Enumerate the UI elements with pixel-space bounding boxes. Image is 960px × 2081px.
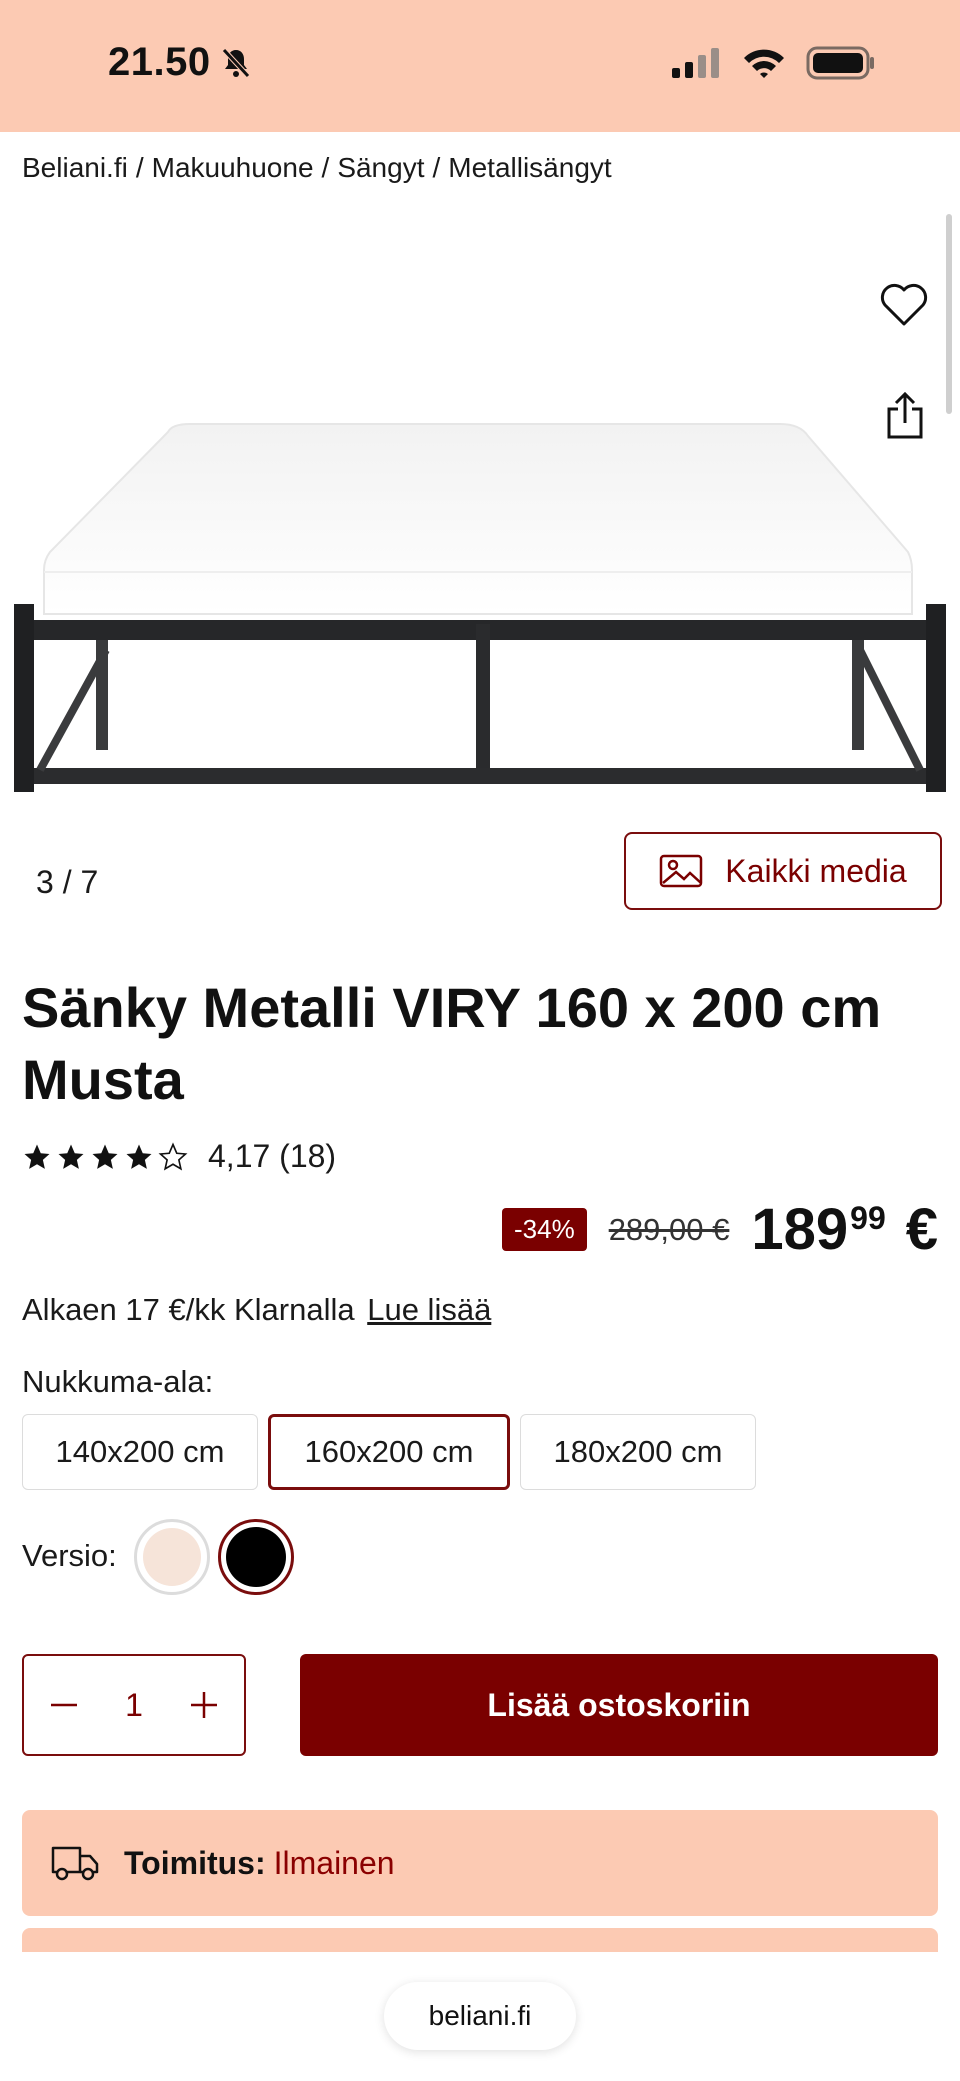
- product-title: Sänky Metalli VIRY 160 x 200 cm Musta: [22, 976, 882, 1111]
- quantity-stepper: 1: [22, 1654, 246, 1756]
- size-option-160x200[interactable]: 160x200 cm: [268, 1414, 510, 1490]
- star-filled-icon: [24, 1144, 50, 1169]
- scroll-indicator[interactable]: [946, 214, 952, 414]
- bed-illustration: [14, 423, 946, 792]
- quantity-increase-button[interactable]: [188, 1689, 220, 1721]
- quantity-decrease-button[interactable]: [48, 1689, 80, 1721]
- bell-muted-icon: [221, 47, 250, 78]
- status-time-text: 21.50: [108, 40, 211, 84]
- quantity-value[interactable]: 1: [125, 1687, 143, 1724]
- product-rating[interactable]: 4,17 (18): [22, 1138, 336, 1175]
- delivery-text: Toimitus: Ilmainen: [124, 1845, 395, 1882]
- wishlist-button[interactable]: [878, 278, 930, 330]
- all-media-label: Kaikki media: [725, 852, 907, 889]
- price-row: -34% 289,00 € 189 99 €: [501, 1196, 938, 1263]
- star-filled-icon: [58, 1144, 84, 1169]
- swatch-color-black: [226, 1527, 286, 1587]
- breadcrumb-separator: /: [432, 152, 441, 183]
- delivery-value: Ilmainen: [273, 1844, 395, 1881]
- rating-text: 4,17 (18): [208, 1138, 337, 1174]
- heart-icon: [880, 283, 928, 326]
- image-icon: [660, 854, 703, 888]
- browser-url-pill[interactable]: beliani.fi: [384, 1982, 576, 2050]
- delivery-info[interactable]: Toimitus: Ilmainen: [22, 1810, 938, 1916]
- breadcrumb-home[interactable]: Beliani.fi: [22, 152, 128, 183]
- signal-icon: [672, 48, 719, 78]
- swatch-color-beige: [143, 1528, 201, 1586]
- old-price: 289,00 €: [608, 1211, 730, 1247]
- size-label: Nukkuma-ala:: [22, 1364, 214, 1399]
- current-price: 189 99 €: [751, 1196, 938, 1263]
- minus-icon: [51, 1703, 77, 1707]
- product-image[interactable]: [0, 200, 960, 820]
- next-info-panel[interactable]: [22, 1928, 938, 1952]
- klarna-text: Alkaen 17 €/kk Klarnalla: [22, 1292, 355, 1327]
- delivery-truck-icon: [51, 1846, 99, 1881]
- breadcrumb-beds[interactable]: Sängyt: [337, 152, 424, 183]
- image-counter-current: 3: [36, 864, 54, 900]
- breadcrumb-metal-beds[interactable]: Metallisängyt: [448, 152, 611, 183]
- price-whole: 189: [751, 1197, 849, 1262]
- star-filled-icon: [92, 1144, 118, 1169]
- size-option-180x200[interactable]: 180x200 cm: [520, 1414, 756, 1490]
- delivery-label: Toimitus:: [124, 1844, 266, 1881]
- size-option-140x200[interactable]: 140x200 cm: [22, 1414, 258, 1490]
- version-label: Versio:: [22, 1538, 117, 1573]
- star-filled-icon: [126, 1144, 152, 1169]
- price-currency: €: [905, 1197, 938, 1262]
- size-options: 140x200 cm 160x200 cm 180x200 cm: [22, 1414, 756, 1490]
- klarna-info: Alkaen 17 €/kk Klarnalla Lue lisää: [22, 1292, 491, 1328]
- breadcrumb-bedroom[interactable]: Makuuhuone: [152, 152, 314, 183]
- discount-badge: -34%: [501, 1208, 587, 1251]
- breadcrumb-separator: /: [321, 152, 330, 183]
- image-counter: 3 / 7: [36, 864, 98, 901]
- star-empty-icon: [158, 1141, 188, 1171]
- status-time: 21.50: [108, 40, 251, 85]
- wifi-icon: [744, 49, 784, 78]
- status-indicators: [672, 46, 876, 80]
- status-bar: 21.50: [0, 0, 960, 132]
- image-counter-total: 7: [80, 864, 99, 900]
- version-swatch-black[interactable]: [218, 1519, 294, 1595]
- klarna-read-more-link[interactable]: Lue lisää: [367, 1292, 491, 1327]
- breadcrumb-separator: /: [135, 152, 144, 183]
- image-counter-separator: /: [62, 864, 72, 900]
- price-cents: 99: [850, 1200, 886, 1236]
- share-icon: [887, 391, 923, 439]
- version-swatch-beige[interactable]: [134, 1519, 210, 1595]
- all-media-button[interactable]: Kaikki media: [624, 832, 942, 910]
- share-button[interactable]: [880, 388, 930, 444]
- breadcrumb: Beliani.fi / Makuuhuone / Sängyt / Metallisäng…: [22, 152, 612, 184]
- battery-icon: [806, 46, 874, 80]
- plus-icon: [190, 1692, 217, 1718]
- add-to-cart-button[interactable]: Lisää ostoskoriin: [300, 1654, 938, 1756]
